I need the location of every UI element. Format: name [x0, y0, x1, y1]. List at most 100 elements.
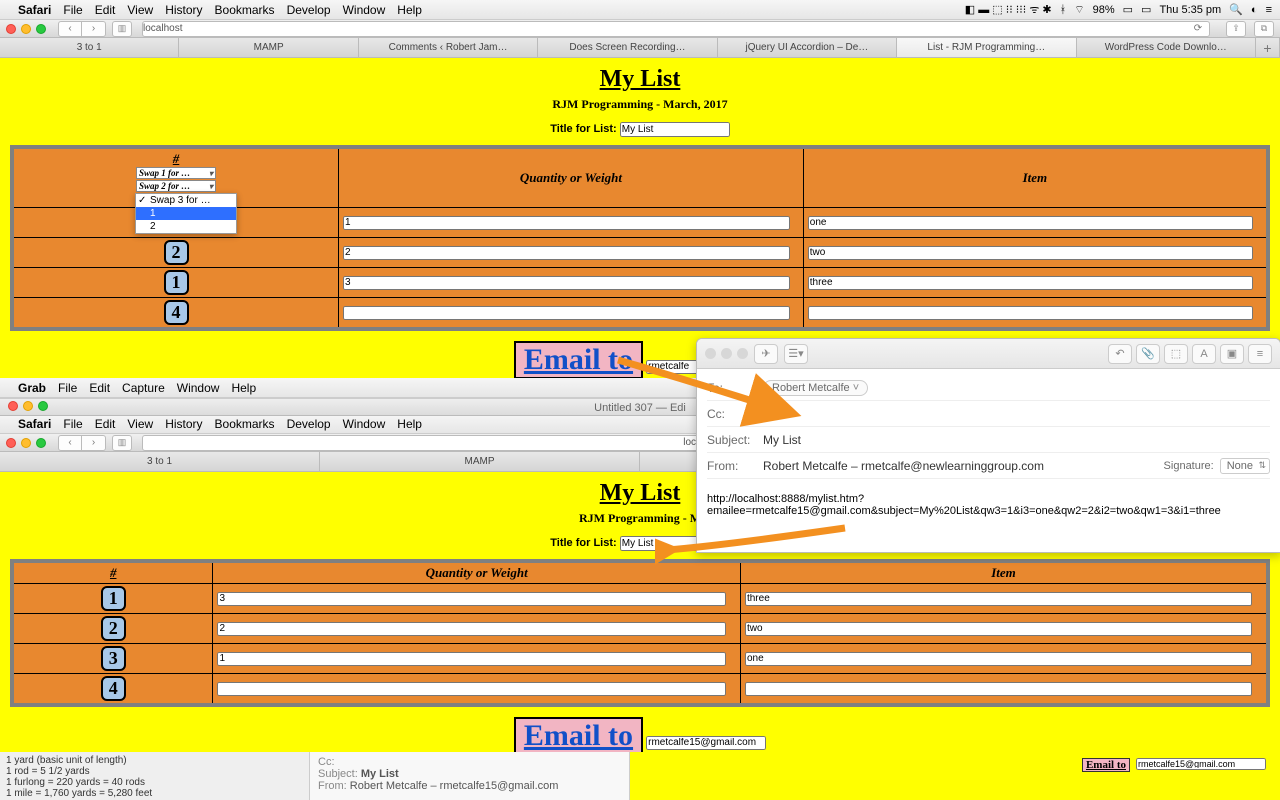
tab-2[interactable]: Comments ‹ Robert Jam…	[359, 38, 538, 57]
window-controls[interactable]	[6, 24, 46, 34]
signature-select[interactable]: None	[1220, 458, 1270, 474]
row-number[interactable]: 3	[101, 646, 126, 671]
qw-input[interactable]	[343, 276, 790, 290]
tab-1[interactable]: MAMP	[320, 452, 640, 471]
attach-icon[interactable]: 📎	[1136, 344, 1160, 364]
menu-history[interactable]: History	[165, 417, 202, 431]
menu-edit[interactable]: Edit	[95, 417, 116, 431]
menu-file[interactable]: File	[63, 417, 82, 431]
email-button[interactable]: Email to	[514, 717, 643, 755]
menu-develop[interactable]: Develop	[287, 417, 331, 431]
zoom-icon[interactable]	[36, 24, 46, 34]
item-input[interactable]	[808, 216, 1253, 230]
qw-input[interactable]	[343, 216, 790, 230]
zoom-icon[interactable]	[38, 401, 48, 411]
font-button[interactable]: A	[1192, 344, 1216, 364]
menu-window[interactable]: Window	[343, 417, 386, 431]
spotlight-icon[interactable]: 🔍	[1229, 3, 1243, 16]
item-input[interactable]	[808, 306, 1253, 320]
tab-0[interactable]: 3 to 1	[0, 38, 179, 57]
menu-bookmarks[interactable]: Bookmarks	[215, 3, 275, 17]
item-input[interactable]	[745, 592, 1252, 606]
close-icon[interactable]	[8, 401, 18, 411]
item-input[interactable]	[808, 276, 1253, 290]
forward-button[interactable]: ›	[82, 435, 106, 451]
bluetooth-icon[interactable]: ᚼ	[1060, 4, 1067, 16]
sidebar-button[interactable]: ▥	[112, 435, 132, 451]
qw-input[interactable]	[217, 622, 725, 636]
menu-edit[interactable]: Edit	[89, 381, 110, 395]
app-name[interactable]: Safari	[18, 417, 51, 431]
tabs-button[interactable]: ⧉	[1254, 21, 1274, 37]
title-for-input[interactable]	[620, 122, 730, 137]
menu-icon[interactable]: ≡	[1266, 4, 1272, 16]
back-button[interactable]: ‹	[58, 435, 82, 451]
menu-help[interactable]: Help	[231, 381, 256, 395]
qw-input[interactable]	[217, 652, 725, 666]
back-button[interactable]: ‹	[58, 21, 82, 37]
menu-develop[interactable]: Develop	[287, 3, 331, 17]
address-bar[interactable]: localhost ⟳	[142, 21, 1210, 37]
share-button[interactable]: ⇪	[1226, 21, 1246, 37]
photo-icon[interactable]: ▣	[1220, 344, 1244, 364]
tab-4[interactable]: jQuery UI Accordion – De…	[718, 38, 897, 57]
menu-file[interactable]: File	[63, 3, 82, 17]
minimize-icon[interactable]	[21, 24, 31, 34]
reload-icon[interactable]: ⟳	[1191, 23, 1209, 34]
from-value[interactable]: Robert Metcalfe – rmetcalfe@newlearningg…	[763, 459, 1044, 473]
minimize-icon[interactable]	[23, 401, 33, 411]
swap-dropdown[interactable]: Swap 3 for … 1 2	[135, 193, 237, 234]
minimize-icon[interactable]	[21, 438, 31, 448]
tab-0[interactable]: 3 to 1	[0, 452, 320, 471]
wifi-icon[interactable]: ⌔	[1074, 3, 1084, 17]
dd-option-2[interactable]: 2	[136, 220, 236, 233]
menu-capture[interactable]: Capture	[122, 381, 165, 395]
app-name[interactable]: Grab	[18, 381, 46, 395]
new-tab-button[interactable]: +	[1256, 38, 1280, 57]
menu-window[interactable]: Window	[343, 3, 386, 17]
row-number[interactable]: 4	[164, 300, 189, 325]
menu-view[interactable]: View	[127, 3, 153, 17]
list-icon[interactable]: ≡	[1248, 344, 1272, 364]
row-number[interactable]: 1	[101, 586, 126, 611]
menu-bookmarks[interactable]: Bookmarks	[215, 417, 275, 431]
email-button-small[interactable]: Email to	[1082, 758, 1130, 772]
item-input[interactable]	[745, 622, 1252, 636]
qw-input[interactable]	[217, 592, 725, 606]
menubar-extra-icons[interactable]: ◧ ▬ ⬚ ⁝⁝ ⁝⁝⁝ ᯤ ✱	[965, 2, 1052, 17]
swap-select-1[interactable]: Swap 1 for …	[136, 167, 216, 179]
item-input[interactable]	[745, 652, 1252, 666]
grab-window-controls[interactable]	[8, 401, 48, 411]
swap-select-2[interactable]: Swap 2 for …	[136, 180, 216, 192]
item-input[interactable]	[808, 246, 1253, 260]
dd-option-1[interactable]: 1	[136, 207, 236, 220]
reply-icon[interactable]: ↶	[1108, 344, 1132, 364]
user-icon[interactable]: ◐	[1251, 4, 1258, 16]
menu-window[interactable]: Window	[177, 381, 220, 395]
menu-file[interactable]: File	[58, 381, 77, 395]
tab-6[interactable]: WordPress Code Downlo…	[1077, 38, 1256, 57]
app-name[interactable]: Safari	[18, 3, 51, 17]
tab-5[interactable]: List - RJM Programming…	[897, 38, 1076, 57]
row-number[interactable]: 2	[164, 240, 189, 265]
item-input[interactable]	[745, 682, 1252, 696]
row-number[interactable]: 2	[101, 616, 126, 641]
close-icon[interactable]	[6, 24, 16, 34]
email-input-small[interactable]	[1136, 758, 1266, 770]
menu-edit[interactable]: Edit	[95, 3, 116, 17]
row-number[interactable]: 4	[101, 676, 126, 701]
dd-current[interactable]: Swap 3 for …	[136, 194, 236, 207]
window-controls[interactable]	[6, 438, 46, 448]
zoom-icon[interactable]	[36, 438, 46, 448]
qw-input[interactable]	[343, 306, 790, 320]
forward-button[interactable]: ›	[82, 21, 106, 37]
close-icon[interactable]	[6, 438, 16, 448]
tab-1[interactable]: MAMP	[179, 38, 358, 57]
email-input[interactable]	[646, 736, 766, 750]
flag-icon[interactable]: ▭	[1141, 3, 1151, 16]
sidebar-button[interactable]: ▥	[112, 21, 132, 37]
format-icon[interactable]: ⬚	[1164, 344, 1188, 364]
qw-input[interactable]	[343, 246, 790, 260]
row-number[interactable]: 1	[164, 270, 189, 295]
tab-3[interactable]: Does Screen Recording…	[538, 38, 717, 57]
